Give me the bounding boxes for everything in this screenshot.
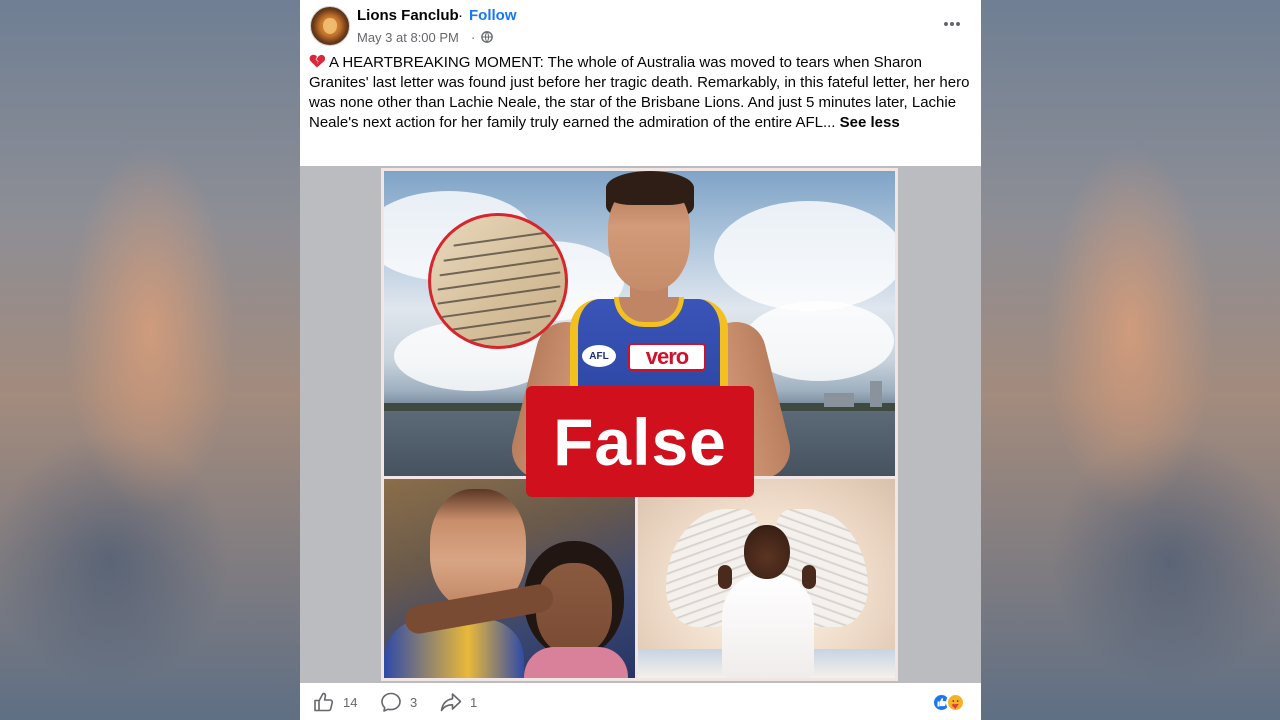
background-blur-right <box>980 0 1280 720</box>
globe-icon <box>481 31 493 43</box>
building <box>824 393 854 407</box>
cloud-shape <box>714 201 895 311</box>
script-line <box>447 314 551 332</box>
facebook-post: Lions Fanclub · Follow May 3 at 8:00 PM … <box>300 0 981 720</box>
more-horizontal-icon <box>944 22 960 26</box>
post-media[interactable]: AFL vero False <box>300 166 981 683</box>
script-line <box>461 331 531 343</box>
angel-girl-image <box>638 479 895 678</box>
script-line <box>443 244 555 262</box>
false-rating-label: False <box>553 404 727 479</box>
more-options-button[interactable] <box>936 8 968 40</box>
post-header: Lions Fanclub · Follow May 3 at 8:00 PM … <box>300 0 981 52</box>
share-action[interactable]: 1 <box>440 691 477 713</box>
comment-action[interactable]: 3 <box>380 691 417 713</box>
page-avatar[interactable] <box>310 6 350 46</box>
share-count: 1 <box>470 694 478 710</box>
timestamp-separator: · <box>471 30 476 45</box>
handwritten-letter-inset <box>428 213 568 349</box>
false-rating-stamp: False <box>526 386 754 497</box>
follow-button[interactable]: Follow <box>469 7 517 24</box>
building <box>870 381 882 407</box>
script-line <box>453 231 549 247</box>
see-less-link[interactable]: See less <box>840 114 900 131</box>
comment-icon <box>381 692 401 712</box>
angel-hand-left <box>718 565 732 589</box>
background-blur-left <box>0 0 300 720</box>
girl-shirt <box>524 647 628 678</box>
afl-logo: AFL <box>582 345 616 367</box>
angel-hand-right <box>802 565 816 589</box>
like-action[interactable]: 14 <box>313 691 357 713</box>
player-hair-fringe <box>606 171 694 205</box>
reaction-summary[interactable] <box>932 693 972 713</box>
angel-dress <box>722 575 814 678</box>
man-shoulder <box>384 619 524 678</box>
player-hugging-girl-photo <box>384 479 635 678</box>
like-count: 14 <box>343 694 358 710</box>
share-icon <box>440 693 462 712</box>
thumbs-up-icon <box>314 692 334 712</box>
name-separator: · <box>458 7 463 24</box>
post-body: A HEARTBREAKING MOMENT: The whole of Aus… <box>309 53 973 133</box>
care-reaction-icon <box>946 693 965 712</box>
post-actions-bar: 14 3 1 <box>300 683 981 720</box>
post-timestamp[interactable]: May 3 at 8:00 PM <box>357 30 459 45</box>
broken-heart-icon <box>309 54 325 68</box>
page-name-link[interactable]: Lions Fanclub <box>357 7 459 24</box>
angel-head <box>744 525 790 579</box>
comment-count: 3 <box>410 694 418 710</box>
sponsor-logo: vero <box>628 343 706 371</box>
